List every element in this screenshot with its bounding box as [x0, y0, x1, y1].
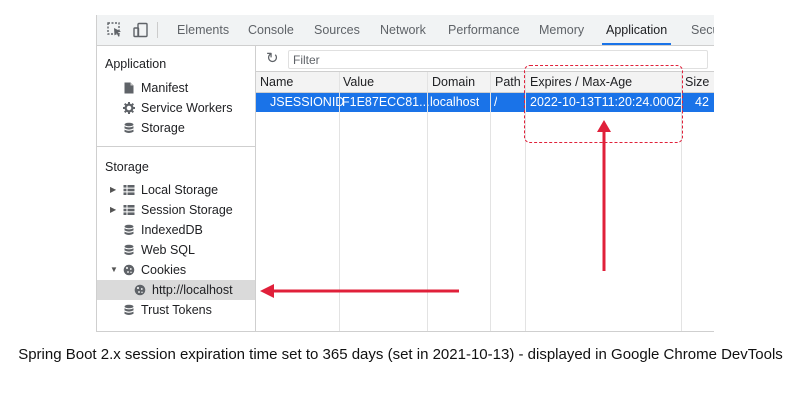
- cell-path: /: [494, 95, 498, 109]
- sidebar-item-label: IndexedDB: [141, 223, 203, 237]
- tab-network[interactable]: Network: [380, 15, 426, 45]
- cell-name: JSESSIONID: [270, 95, 345, 109]
- sidebar-item-label: Manifest: [141, 81, 189, 95]
- sidebar-item-label: Service Workers: [141, 101, 233, 115]
- sidebar-item-label: Local Storage: [141, 183, 219, 197]
- database-icon: [124, 244, 134, 255]
- sidebar-item-storage[interactable]: Storage: [97, 118, 255, 138]
- grid-icon: [123, 205, 135, 215]
- grid-icon: [123, 185, 135, 195]
- tab-sources[interactable]: Sources: [314, 15, 360, 45]
- sidebar-item-label: http://localhost: [152, 283, 233, 297]
- tab-security[interactable]: Secu: [691, 15, 714, 45]
- collapse-arrow-icon[interactable]: ▼: [110, 260, 118, 280]
- toolbar-separator: [157, 22, 158, 38]
- column-divider: [490, 72, 491, 331]
- sidebar-item-manifest[interactable]: Manifest: [97, 78, 255, 98]
- figure-caption: Spring Boot 2.x session expiration time …: [18, 346, 783, 363]
- column-header-value[interactable]: Value: [343, 72, 374, 92]
- inspect-element-icon[interactable]: [107, 22, 123, 38]
- cookie-icon: [134, 284, 146, 296]
- sidebar-item-label: Trust Tokens: [141, 303, 212, 317]
- sidebar-item-local-storage[interactable]: ▶ Local Storage: [97, 180, 255, 200]
- cell-domain: localhost: [430, 95, 480, 109]
- left-arrow-annotation: [260, 284, 459, 298]
- device-toolbar-icon[interactable]: [133, 22, 149, 38]
- sidebar-heading-application: Application: [105, 57, 167, 71]
- refresh-icon[interactable]: ↻: [266, 51, 279, 66]
- tab-console[interactable]: Console: [248, 15, 294, 45]
- column-header-domain[interactable]: Domain: [432, 72, 475, 92]
- database-icon: [124, 122, 134, 133]
- up-arrow-annotation: [597, 120, 611, 271]
- application-sidebar: Application Manifest Service Workers Sto…: [97, 46, 256, 331]
- sidebar-item-service-workers[interactable]: Service Workers: [97, 98, 255, 118]
- column-header-size[interactable]: Size: [685, 72, 709, 92]
- sidebar-item-cookies[interactable]: ▼ Cookies: [97, 260, 255, 280]
- tab-elements[interactable]: Elements: [177, 15, 229, 45]
- sidebar-item-label: Storage: [141, 121, 185, 135]
- database-icon: [124, 224, 134, 235]
- sidebar-heading-storage: Storage: [105, 160, 149, 174]
- database-icon: [124, 304, 134, 315]
- sidebar-item-label: Web SQL: [141, 243, 195, 257]
- document-icon: [124, 82, 134, 94]
- column-header-path[interactable]: Path: [495, 72, 521, 92]
- gear-icon: [123, 102, 135, 114]
- sidebar-item-web-sql[interactable]: Web SQL: [97, 240, 255, 260]
- cell-value: F1E87ECC81...: [342, 95, 430, 109]
- tab-memory[interactable]: Memory: [539, 15, 584, 45]
- sidebar-item-label: Cookies: [141, 263, 187, 277]
- sidebar-item-indexeddb[interactable]: IndexedDB: [97, 220, 255, 240]
- expand-arrow-icon[interactable]: ▶: [110, 200, 116, 220]
- cell-size: 42: [695, 95, 709, 109]
- expand-arrow-icon[interactable]: ▶: [110, 180, 116, 200]
- devtools-toolbar: Elements Console Sources Network Perform…: [97, 15, 714, 46]
- sidebar-item-session-storage[interactable]: ▶ Session Storage: [97, 200, 255, 220]
- cookie-icon: [123, 264, 135, 276]
- sidebar-item-trust-tokens[interactable]: Trust Tokens: [97, 300, 255, 320]
- sidebar-item-label: Session Storage: [141, 203, 233, 217]
- sidebar-item-cookie-localhost[interactable]: http://localhost: [97, 280, 255, 300]
- tab-performance[interactable]: Performance: [448, 15, 520, 45]
- column-header-name[interactable]: Name: [260, 72, 293, 92]
- tab-application[interactable]: Application: [601, 15, 672, 45]
- sidebar-divider: [97, 146, 255, 147]
